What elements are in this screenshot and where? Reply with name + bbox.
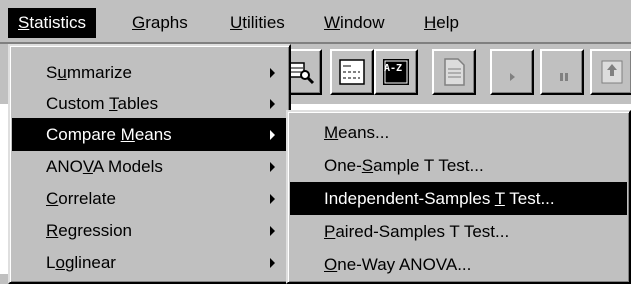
variables-icon	[339, 59, 365, 85]
submenu-arrow-icon	[270, 226, 275, 236]
menu-item-regression[interactable]: Regression	[12, 214, 287, 247]
menu-utilities[interactable]: Utilities	[220, 8, 295, 38]
menu-bar: Statistics Graphs Utilities Window Help	[0, 0, 631, 44]
pause-button[interactable]	[540, 49, 584, 95]
submenu-arrow-icon	[270, 68, 275, 78]
run-button[interactable]	[490, 49, 534, 95]
submenu-arrow-icon	[270, 258, 275, 268]
insert-case-button[interactable]	[432, 49, 476, 95]
menu-window[interactable]: Window	[314, 8, 394, 38]
compare-means-submenu: Means... One-Sample T Test... Independen…	[286, 110, 631, 284]
submenu-arrow-icon	[270, 99, 275, 109]
value-labels-button[interactable]: A-Z	[374, 49, 418, 95]
menu-item-summarize[interactable]: Summarize	[12, 56, 287, 89]
document-icon	[444, 58, 465, 86]
statistics-menu: Summarize Custom Tables Compare Means AN…	[8, 44, 291, 284]
submenu-arrow-icon	[270, 194, 275, 204]
pause-icon	[560, 73, 568, 81]
menu-item-one-way-anova[interactable]: One-Way ANOVA...	[290, 248, 627, 281]
menu-item-compare-means[interactable]: Compare Means	[12, 118, 287, 151]
menu-item-means[interactable]: Means...	[290, 116, 627, 149]
submenu-arrow-icon	[270, 130, 275, 140]
menu-item-paired-samples-t-test[interactable]: Paired-Samples T Test...	[290, 215, 627, 248]
variables-button[interactable]	[330, 49, 374, 95]
az-label-text: A-Z	[384, 63, 403, 74]
arrow-up-icon	[601, 60, 623, 84]
menu-statistics[interactable]: Statistics	[8, 8, 97, 38]
menu-help[interactable]: Help	[414, 8, 469, 38]
upload-button[interactable]	[590, 49, 631, 95]
menu-item-anova-models[interactable]: ANOVA Models	[12, 150, 287, 183]
menu-item-custom-tables[interactable]: Custom Tables	[12, 87, 287, 120]
menu-item-one-sample-t-test[interactable]: One-Sample T Test...	[290, 149, 627, 182]
menu-item-loglinear[interactable]: Loglinear	[12, 246, 287, 279]
menu-graphs[interactable]: Graphs	[122, 8, 198, 38]
menu-item-correlate[interactable]: Correlate	[12, 182, 287, 215]
menu-item-independent-samples-t-test[interactable]: Independent-Samples T Test...	[290, 182, 627, 215]
play-icon	[510, 73, 515, 81]
submenu-arrow-icon	[270, 162, 275, 172]
